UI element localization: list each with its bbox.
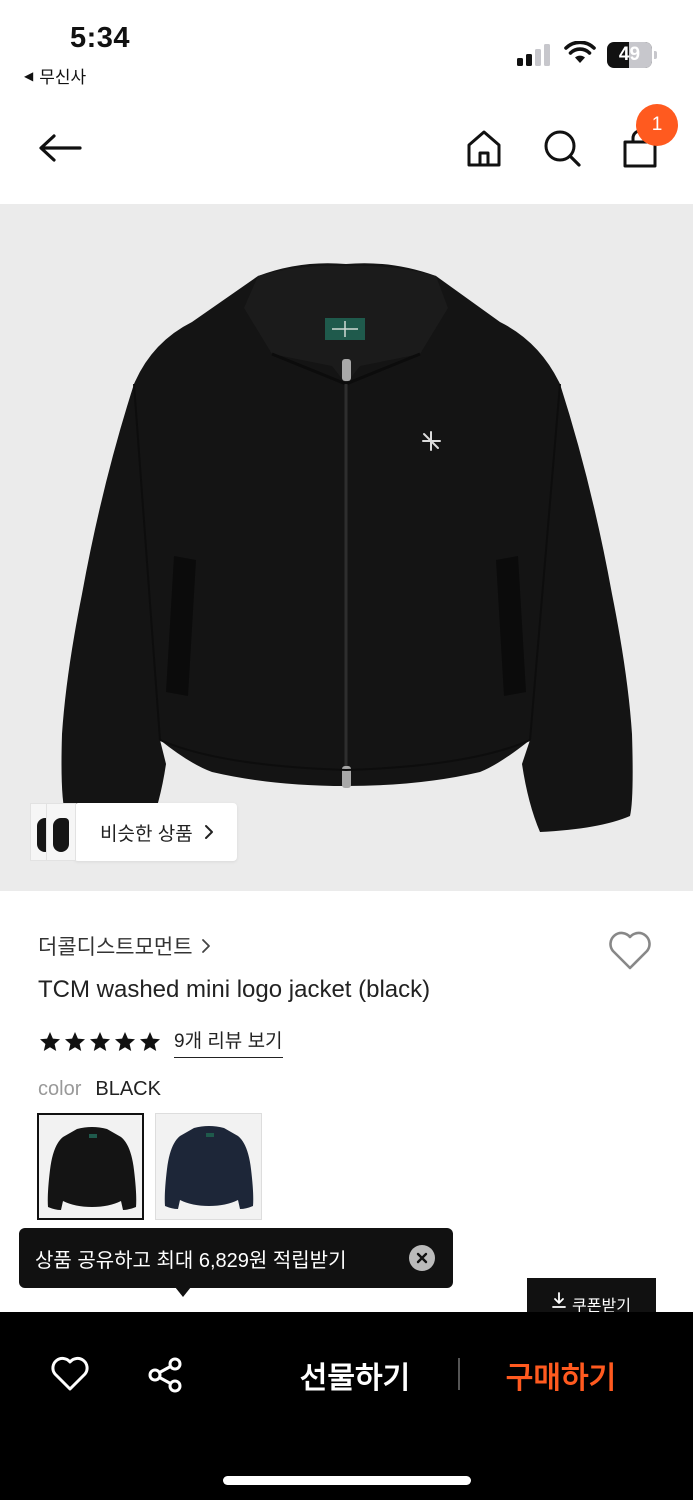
similar-thumbnails	[30, 803, 76, 861]
color-value: BLACK	[95, 1078, 161, 1100]
star-icon	[65, 1032, 85, 1051]
back-to-app-button[interactable]: ◀ 무신사	[24, 63, 86, 88]
color-label: color	[38, 1078, 82, 1100]
color-row: color BLACK	[38, 1078, 161, 1101]
back-triangle-icon: ◀	[24, 68, 34, 83]
buy-button[interactable]: 구매하기	[476, 1350, 646, 1400]
star-icon	[140, 1032, 160, 1051]
status-time: 5:34	[70, 22, 131, 54]
heart-icon	[609, 931, 651, 970]
rating-stars	[38, 1030, 162, 1054]
reviews-link[interactable]: 9개 리뷰 보기	[174, 1026, 283, 1058]
star-icon	[115, 1032, 135, 1051]
color-option-navy[interactable]	[155, 1113, 262, 1220]
brand-link[interactable]: 더콜디스트모먼트	[38, 931, 211, 961]
cellular-signal-icon	[517, 44, 550, 66]
back-button[interactable]	[34, 126, 84, 170]
battery-icon: 49	[607, 42, 657, 68]
close-icon	[416, 1252, 428, 1264]
chevron-right-icon	[204, 825, 213, 839]
download-icon	[552, 1292, 566, 1308]
search-button[interactable]	[540, 126, 584, 170]
bottom-action-bar	[0, 1312, 693, 1500]
share-button[interactable]	[146, 1355, 186, 1400]
share-icon	[148, 1357, 182, 1393]
jacket-thumbnail	[47, 1127, 137, 1210]
bottom-bar-divider	[458, 1358, 460, 1390]
back-app-label: 무신사	[39, 68, 87, 87]
rating-row: 9개 리뷰 보기	[38, 1026, 283, 1058]
home-icon	[467, 130, 501, 167]
jacket-illustration	[61, 263, 633, 832]
product-image[interactable]	[0, 204, 693, 891]
bottom-wishlist-button[interactable]	[50, 1355, 90, 1398]
product-name: TCM washed mini logo jacket (black)	[38, 976, 431, 1003]
tooltip-text: 상품 공유하고 최대 6,829원 적립받기	[35, 1249, 347, 1272]
heart-icon	[51, 1356, 89, 1391]
similar-products-label: 비슷한 상품	[100, 823, 193, 845]
star-icon	[40, 1032, 60, 1051]
chevron-right-icon	[201, 939, 210, 953]
similar-products-button[interactable]: 비슷한 상품	[30, 803, 237, 861]
gift-button[interactable]: 선물하기	[270, 1350, 440, 1400]
color-option-black[interactable]	[37, 1113, 144, 1220]
home-indicator[interactable]	[223, 1476, 471, 1485]
star-icon	[90, 1032, 110, 1051]
battery-level: 49	[618, 44, 641, 65]
brand-name: 더콜디스트모먼트	[38, 936, 193, 959]
tooltip-close-button[interactable]	[409, 1245, 435, 1271]
share-reward-tooltip: 상품 공유하고 최대 6,829원 적립받기	[19, 1228, 453, 1297]
tooltip-arrow	[175, 1287, 191, 1297]
search-icon	[544, 130, 581, 167]
wishlist-button[interactable]	[606, 928, 654, 977]
home-button[interactable]	[462, 126, 506, 170]
jacket-thumbnail	[164, 1126, 254, 1209]
cart-count-badge: 1	[636, 104, 678, 146]
wifi-icon	[564, 40, 596, 70]
arrow-left-icon	[39, 134, 82, 162]
